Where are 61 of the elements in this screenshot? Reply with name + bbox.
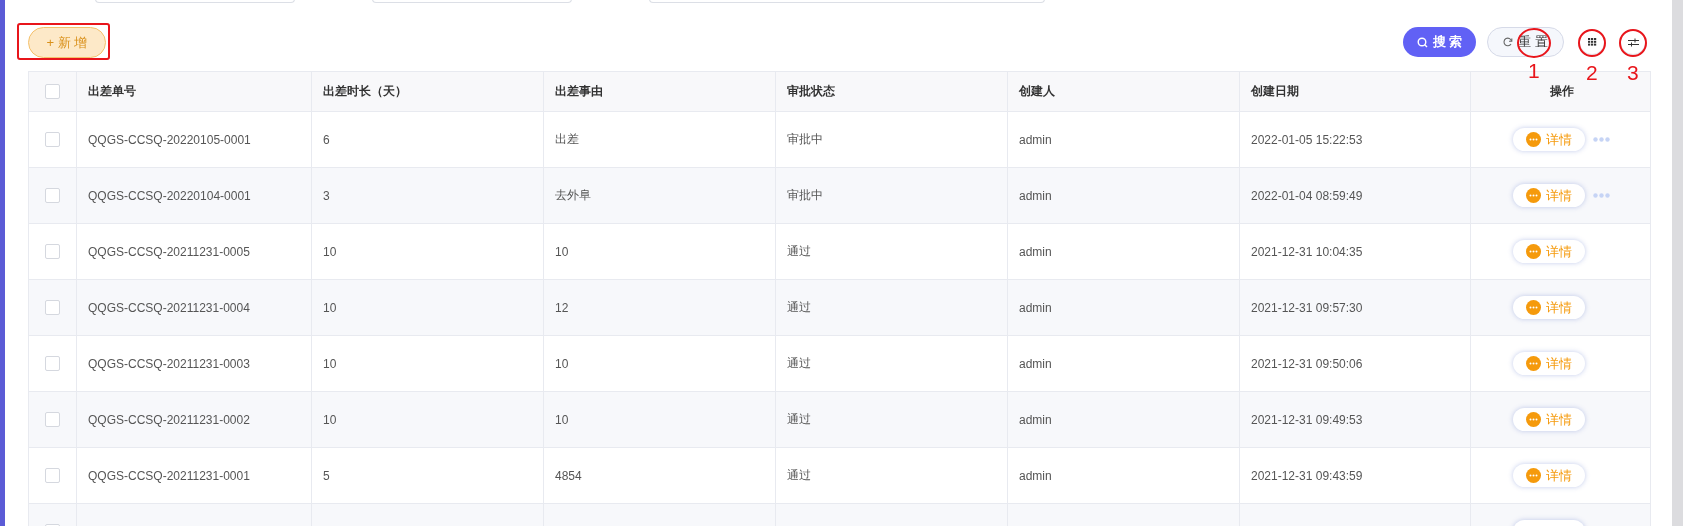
detail-button[interactable]: 详情 xyxy=(1513,352,1585,375)
table-cell: 通过 xyxy=(787,243,811,260)
table-cell: admin xyxy=(1019,300,1052,315)
table-cell: 2021-12-31 09:43:59 xyxy=(1251,468,1363,483)
table-cell: 10 xyxy=(323,300,337,315)
table-cell: QQGS-CCSQ-20211231-0001 xyxy=(88,468,250,483)
table-cell: 审批中 xyxy=(787,131,823,148)
detail-button[interactable]: 详情 xyxy=(1513,184,1585,207)
column-header: 出差时长（天） xyxy=(323,83,407,100)
detail-button[interactable]: 详情 xyxy=(1513,408,1585,431)
table-cell: 出差 xyxy=(555,131,579,148)
table-cell: QQGS-CCSQ-20220104-0001 xyxy=(88,188,251,203)
table-cell: admin xyxy=(1019,244,1052,259)
table-cell: 6 xyxy=(323,132,330,147)
table-cell: 通过 xyxy=(787,411,811,428)
table-cell: admin xyxy=(1019,468,1052,483)
table-cell: 通过 xyxy=(787,355,811,372)
column-header: 出差事由 xyxy=(555,83,603,100)
add-button[interactable]: + 新 增 xyxy=(28,27,106,58)
table-cell: 2022-01-05 15:22:53 xyxy=(1251,132,1363,147)
table-cell: 2021-12-31 09:50:06 xyxy=(1251,356,1363,371)
table-cell: 通过 xyxy=(787,467,811,484)
table-cell: 3 xyxy=(323,188,330,203)
table-cell: admin xyxy=(1019,188,1052,203)
table-cell: admin xyxy=(1019,356,1052,371)
table-cell: QQGS-CCSQ-20211231-0003 xyxy=(88,356,250,371)
detail-button[interactable]: 详情 xyxy=(1513,464,1585,487)
table-cell: admin xyxy=(1019,132,1052,147)
column-header: 审批状态 xyxy=(787,83,835,100)
table-cell: QQGS-CCSQ-20211231-0004 xyxy=(88,300,250,315)
search-button[interactable]: 搜 索 xyxy=(1403,27,1476,57)
annotation-number: 1 xyxy=(1528,60,1540,81)
detail-button[interactable]: 详情 xyxy=(1513,128,1585,151)
annotation-number: 2 xyxy=(1586,62,1598,83)
table-cell: 4854 xyxy=(555,468,582,483)
table-cell: admin xyxy=(1019,412,1052,427)
detail-button[interactable]: 详情 xyxy=(1513,296,1585,319)
table-cell: 2021-12-31 09:57:30 xyxy=(1251,300,1363,315)
column-header: 操作 xyxy=(1549,83,1574,100)
table-cell: QQGS-CCSQ-20220105-0001 xyxy=(88,132,251,147)
table-cell: 10 xyxy=(323,356,337,371)
table-cell: 通过 xyxy=(787,299,811,316)
column-header: 创建人 xyxy=(1019,83,1055,100)
table-cell: 5 xyxy=(323,468,330,483)
table-cell: 10 xyxy=(555,244,569,259)
table-cell: 去外阜 xyxy=(555,187,591,204)
column-header: 出差单号 xyxy=(88,83,136,100)
annotation-number: 3 xyxy=(1627,62,1639,83)
table-cell: 10 xyxy=(555,356,569,371)
column-header: 创建日期 xyxy=(1251,83,1299,100)
table-cell: 10 xyxy=(323,412,337,427)
table-cell: 12 xyxy=(555,300,569,315)
table-cell: 2021-12-31 09:49:53 xyxy=(1251,412,1363,427)
table-cell: 2021-12-31 10:04:35 xyxy=(1251,244,1363,259)
table-cell: 2022-01-04 08:59:49 xyxy=(1251,188,1363,203)
table-cell: 审批中 xyxy=(787,187,823,204)
table-cell: 10 xyxy=(323,244,337,259)
table-cell: QQGS-CCSQ-20211231-0005 xyxy=(88,244,250,259)
table-cell: QQGS-CCSQ-20211231-0002 xyxy=(88,412,250,427)
table-cell: 10 xyxy=(555,412,569,427)
detail-button[interactable]: 详情 xyxy=(1513,240,1585,263)
